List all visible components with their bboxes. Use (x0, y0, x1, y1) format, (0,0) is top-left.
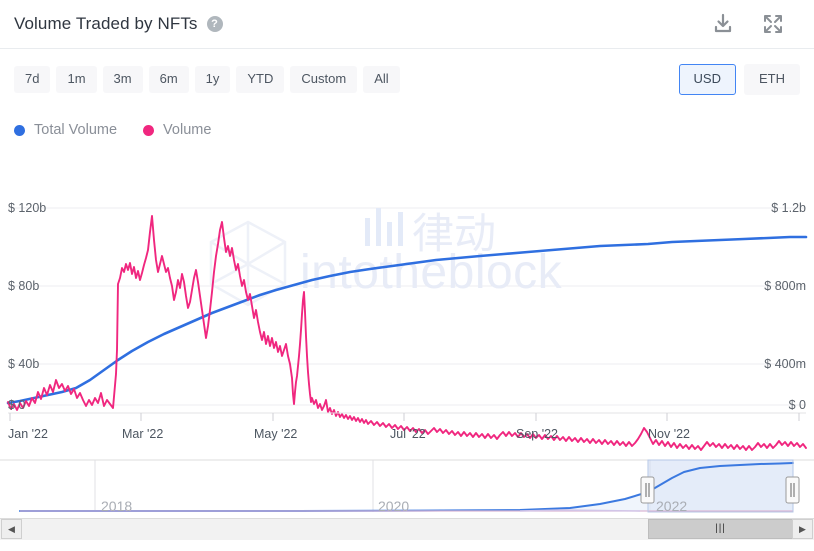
range-button-ytd[interactable]: YTD (236, 66, 284, 92)
chart-legend: Total Volume Volume (14, 122, 211, 138)
navigator-handle-left (641, 477, 654, 503)
widget-header: Volume Traded by NFTs ? (0, 0, 814, 49)
range-button-3m[interactable]: 3m (103, 66, 143, 92)
question-mark-icon[interactable]: ? (207, 16, 223, 32)
svg-text:律动: 律动 (412, 210, 496, 257)
range-button-1y[interactable]: 1y (195, 66, 231, 92)
x-tick-may22: May '22 (254, 427, 297, 441)
scrollbar-left-arrow-icon[interactable]: ◀ (1, 519, 22, 539)
fullscreen-icon[interactable] (762, 13, 784, 35)
navigator-scrollbar[interactable]: ◀ ||| ▶ (0, 518, 814, 540)
range-button-7d[interactable]: 7d (14, 66, 50, 92)
y-left-tick-80b: $ 80b (8, 279, 39, 293)
legend-dot-icon-volume (143, 125, 154, 136)
legend-item-total-volume[interactable]: Total Volume (14, 122, 117, 138)
y-right-tick-800m: $ 800m (764, 279, 806, 293)
chart-gridlines (8, 208, 806, 405)
y-left-tick-40b: $ 40b (8, 357, 39, 371)
navigator-year-2018: 2018 (101, 498, 132, 514)
currency-button-eth[interactable]: ETH (744, 64, 800, 94)
range-button-6m[interactable]: 6m (149, 66, 189, 92)
scrollbar-thumb[interactable]: ||| (648, 519, 793, 539)
x-tick-jul22: Jul '22 (390, 427, 426, 441)
download-icon[interactable] (712, 13, 734, 35)
y-right-tick-400m: $ 400m (764, 357, 806, 371)
y-right-tick-0: $ 0 (789, 398, 806, 412)
legend-label-volume: Volume (163, 122, 211, 138)
nft-volume-chart-widget: Volume Traded by NFTs ? (0, 0, 814, 551)
scrollbar-right-arrow-icon[interactable]: ▶ (792, 519, 813, 539)
navigator-volume-bump (520, 510, 640, 511)
x-tick-mar22: Mar '22 (122, 427, 163, 441)
range-button-1m[interactable]: 1m (56, 66, 96, 92)
range-button-custom[interactable]: Custom (290, 66, 357, 92)
chart-toolbar: 7d 1m 3m 6m 1y YTD Custom All USD ETH (0, 49, 814, 110)
scrollbar-grip-icon: ||| (715, 524, 726, 534)
legend-item-volume[interactable]: Volume (143, 122, 211, 138)
legend-dot-icon-total-volume (14, 125, 25, 136)
x-tick-nov22: Nov '22 (648, 427, 690, 441)
x-tick-jan22: Jan '22 (8, 427, 48, 441)
page-title: Volume Traded by NFTs (14, 14, 198, 34)
main-chart[interactable]: intotheblock 律动 $ 120b $ 80b $ 40b $ 0 $… (0, 160, 814, 452)
navigator-year-gridlines (95, 460, 650, 512)
currency-toggle-group: USD ETH (679, 64, 800, 94)
y-right-tick-1-2b: $ 1.2b (771, 201, 806, 215)
y-left-tick-0: $ 0 (8, 398, 25, 412)
header-actions (712, 13, 798, 35)
legend-label-total-volume: Total Volume (34, 122, 117, 138)
range-selector-group: 7d 1m 3m 6m 1y YTD Custom All (14, 66, 400, 92)
x-tick-sep22: Sep '22 (516, 427, 558, 441)
range-button-all[interactable]: All (363, 66, 399, 92)
chart-navigator[interactable]: 2018 2020 2022 (0, 455, 814, 518)
currency-button-usd[interactable]: USD (679, 64, 736, 94)
navigator-year-2022: 2022 (656, 498, 687, 514)
y-left-tick-120b: $ 120b (8, 201, 46, 215)
x-axis-ticks (10, 413, 799, 421)
navigator-handle-right (786, 477, 799, 503)
navigator-year-2020: 2020 (378, 498, 409, 514)
